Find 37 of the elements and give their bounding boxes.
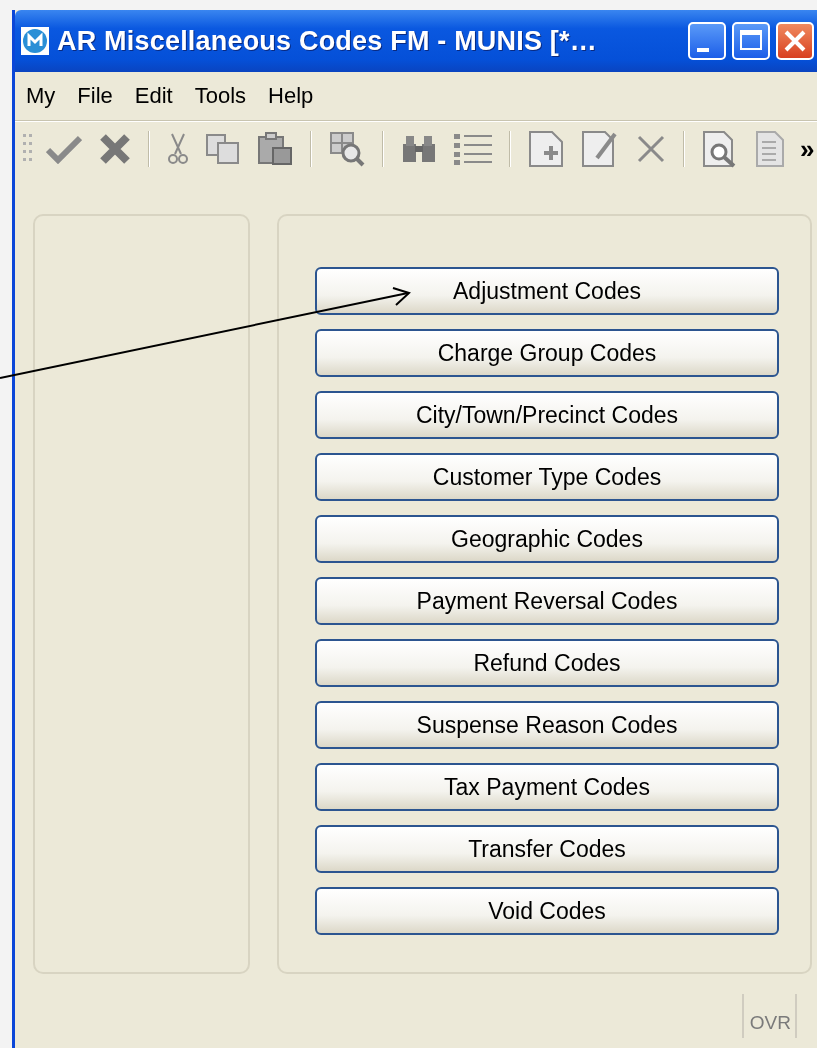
delete-icon[interactable] <box>636 134 666 164</box>
binoculars-icon[interactable] <box>401 134 437 164</box>
minimize-icon <box>697 48 709 52</box>
code-button[interactable]: Geographic Codes <box>315 515 779 563</box>
window-title: AR Miscellaneous Codes FM - MUNIS [*… <box>57 25 597 57</box>
menu-item[interactable]: Help <box>260 81 322 111</box>
code-button[interactable]: Suspense Reason Codes <box>315 701 779 749</box>
menu-item[interactable]: My <box>18 81 64 111</box>
close-button[interactable] <box>776 22 814 60</box>
edit-document-icon[interactable] <box>581 130 619 168</box>
search-icon[interactable] <box>329 131 365 167</box>
code-button[interactable]: Adjustment Codes <box>315 267 779 315</box>
code-button[interactable]: Transfer Codes <box>315 825 779 873</box>
app-icon <box>21 27 49 55</box>
document-icon[interactable] <box>755 130 785 168</box>
toolbar-overflow-button[interactable]: » <box>800 133 815 165</box>
copy-icon[interactable] <box>206 134 240 164</box>
add-document-icon[interactable] <box>528 130 564 168</box>
status-indicator: OVR <box>741 994 797 1038</box>
print-preview-icon[interactable] <box>702 130 738 168</box>
code-button[interactable]: Tax Payment Codes <box>315 763 779 811</box>
paste-icon[interactable] <box>257 132 293 166</box>
x-icon[interactable] <box>99 133 131 165</box>
code-button[interactable]: Charge Group Codes <box>315 329 779 377</box>
code-button[interactable]: Void Codes <box>315 887 779 935</box>
minimize-button[interactable] <box>688 22 726 60</box>
menu-item[interactable]: File <box>69 81 121 111</box>
list-icon[interactable] <box>454 133 492 165</box>
code-button[interactable]: Refund Codes <box>315 639 779 687</box>
menu-item[interactable]: Tools <box>186 81 255 111</box>
code-button[interactable]: Payment Reversal Codes <box>315 577 779 625</box>
scissors-icon[interactable] <box>167 132 189 166</box>
maximize-button[interactable] <box>732 22 770 60</box>
menu-item[interactable]: Edit <box>126 81 181 111</box>
code-button[interactable]: Customer Type Codes <box>315 453 779 501</box>
code-button[interactable]: City/Town/Precinct Codes <box>315 391 779 439</box>
check-icon[interactable] <box>46 134 82 164</box>
